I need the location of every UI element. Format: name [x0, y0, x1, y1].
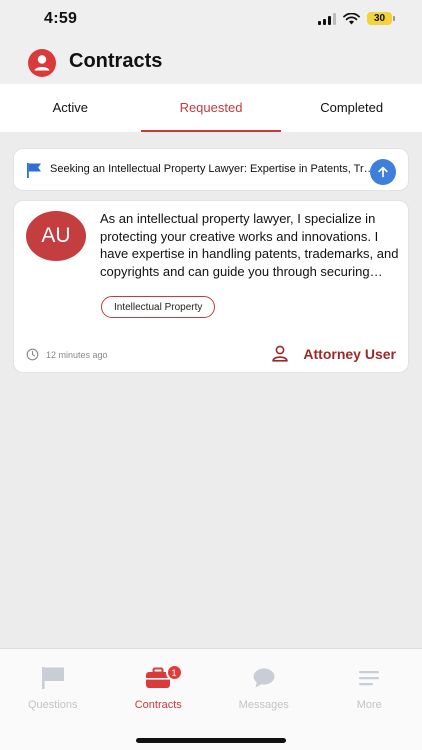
tabbar-label: More: [356, 699, 382, 711]
expand-request-button[interactable]: [370, 159, 396, 185]
tab-completed[interactable]: Completed: [281, 84, 422, 132]
tabbar-messages[interactable]: Messages: [211, 649, 317, 722]
home-indicator-area: [0, 722, 422, 750]
app-header: Contracts: [0, 40, 422, 84]
request-bar[interactable]: Seeking an Intellectual Property Lawyer:…: [13, 148, 409, 191]
battery-level: 30: [373, 13, 386, 24]
chat-icon: [253, 668, 275, 688]
tabbar-questions[interactable]: Questions: [0, 649, 106, 722]
cellular-signal-icon: [318, 12, 336, 25]
arrow-up-icon: [378, 166, 388, 178]
request-title: Seeking an Intellectual Property Lawyer:…: [50, 163, 375, 175]
status-time: 4:59: [44, 10, 78, 27]
flag-icon: [27, 163, 41, 178]
tabbar-label: Questions: [27, 699, 78, 711]
practice-area-tag: Intellectual Property: [101, 296, 216, 318]
tabbar-more[interactable]: More: [317, 649, 422, 722]
tab-active[interactable]: Active: [0, 84, 141, 132]
battery-icon: 30: [367, 12, 395, 25]
contract-description: As an intellectual property lawyer, I sp…: [100, 211, 399, 279]
page-title: Contracts: [69, 50, 163, 72]
time-ago: 12 minutes ago: [46, 350, 108, 360]
flag-icon: [41, 667, 64, 689]
profile-avatar-icon[interactable]: [28, 49, 56, 77]
wifi-icon: [343, 12, 360, 24]
menu-icon: [359, 671, 380, 686]
home-indicator[interactable]: [136, 738, 286, 743]
tabbar-label: Contracts: [134, 699, 182, 711]
avatar-initials: AU: [41, 224, 71, 247]
contract-tabs: Active Requested Completed: [0, 84, 422, 132]
tag-label: Intellectual Property: [114, 301, 203, 313]
status-icons: 30: [318, 12, 395, 25]
tab-requested[interactable]: Requested: [140, 84, 282, 132]
avatar: AU: [26, 211, 86, 261]
contract-card[interactable]: AU As an intellectual property lawyer, I…: [13, 200, 409, 373]
attorney-name[interactable]: Attorney User: [303, 346, 396, 362]
status-bar: 4:59 30: [0, 0, 422, 40]
user-silhouette-icon: [34, 55, 50, 71]
notification-badge: 1: [165, 664, 183, 681]
tabbar-label: Messages: [238, 699, 289, 711]
clock-icon: [26, 348, 39, 361]
user-icon: [272, 345, 288, 362]
bottom-tab-bar: Questions 1 Contracts Messages More: [0, 648, 422, 722]
tabbar-contracts[interactable]: 1 Contracts: [106, 649, 212, 722]
